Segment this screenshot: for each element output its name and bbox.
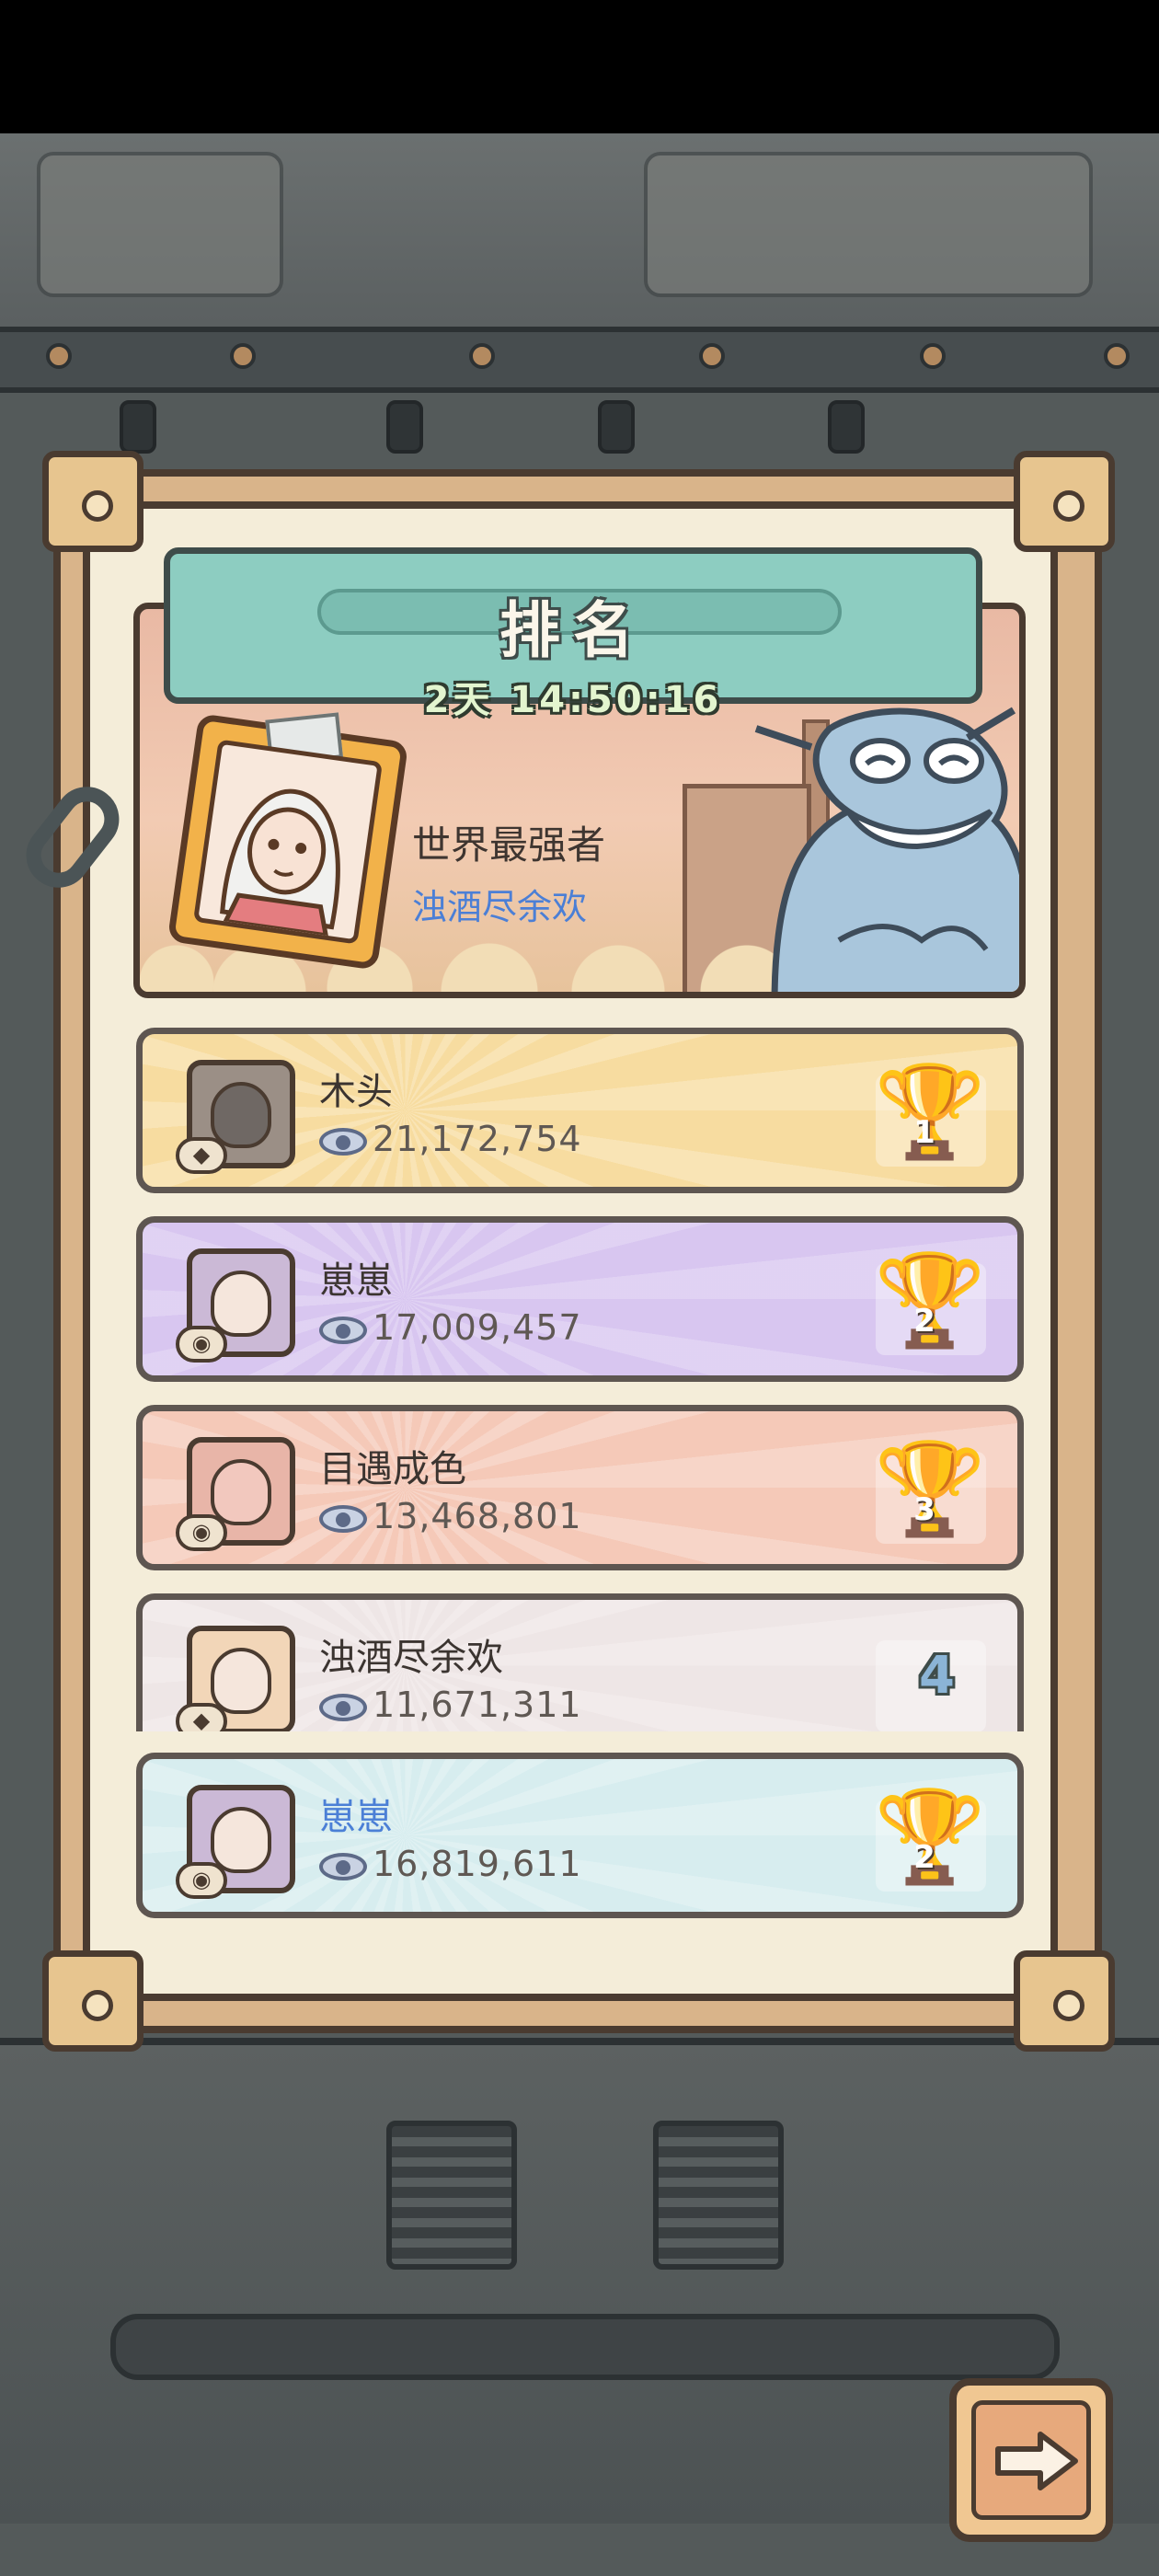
player-score: 13,468,801	[319, 1496, 582, 1536]
player-score: 17,009,457	[319, 1307, 582, 1348]
bottom-rail	[110, 2314, 1060, 2380]
rivet	[699, 343, 725, 369]
ranking-row[interactable]: ◉ 目遇成色 13,468,801 🏆 3	[136, 1405, 1024, 1570]
view-badge: ◉	[176, 1862, 227, 1899]
vent-slot	[598, 400, 635, 454]
next-button-face	[971, 2400, 1091, 2520]
gold-trophy-icon: 🏆 1	[874, 1062, 986, 1163]
silver-trophy-icon: 🏆 2	[874, 1787, 986, 1888]
ranking-row[interactable]: ◆ 木头 21,172,754 🏆 1	[136, 1028, 1024, 1193]
avatar-face	[211, 1082, 271, 1148]
silver-trophy-icon: 🏆 2	[874, 1250, 986, 1351]
frame-corner	[1014, 451, 1115, 552]
frame-corner	[42, 1950, 143, 2052]
rivet	[920, 343, 946, 369]
champion-avatar	[192, 739, 384, 945]
my-ranking-row[interactable]: ◉ 崽崽 16,819,611 🏆 2	[136, 1753, 1024, 1918]
shelf-clutter	[37, 152, 283, 297]
champion-face-icon	[220, 788, 340, 938]
eye-icon	[319, 1316, 367, 1344]
score-value: 13,468,801	[373, 1496, 582, 1536]
dragon-mascot-icon	[754, 707, 1019, 992]
player-score: 21,172,754	[319, 1119, 582, 1159]
eye-icon	[319, 1693, 367, 1721]
score-value: 11,671,311	[373, 1685, 582, 1725]
door-vent	[653, 2121, 784, 2270]
champion-portrait[interactable]	[166, 712, 409, 971]
player-score: 16,819,611	[319, 1844, 582, 1884]
countdown-timer: 2天 14:50:16	[423, 679, 723, 721]
player-name: 目遇成色	[319, 1448, 466, 1490]
avatar-face	[211, 1807, 271, 1873]
rivet	[230, 343, 256, 369]
vent-slot	[386, 400, 423, 454]
rank-number: 2	[913, 1303, 935, 1340]
score-value: 17,009,457	[373, 1307, 582, 1348]
frame-corner	[1014, 1950, 1115, 2052]
rivet	[469, 343, 495, 369]
score-value: 21,172,754	[373, 1119, 582, 1159]
rank-number: 1	[913, 1114, 935, 1151]
door-vent	[386, 2121, 517, 2270]
shelf-clutter	[644, 152, 1093, 297]
score-value: 16,819,611	[373, 1844, 582, 1884]
arrow-right-icon	[995, 2432, 1078, 2490]
vent-slot	[828, 400, 865, 454]
level-badge: ◆	[176, 1137, 227, 1174]
player-name: 浊酒尽余欢	[319, 1637, 503, 1679]
rivet	[1104, 343, 1130, 369]
next-button[interactable]	[949, 2378, 1113, 2542]
avatar-face	[211, 1271, 271, 1337]
player-name: 崽崽	[319, 1259, 393, 1302]
level-badge: ◆	[176, 1703, 227, 1731]
view-badge: ◉	[176, 1514, 227, 1551]
avatar-face	[211, 1648, 271, 1714]
rank-number: 2	[913, 1839, 935, 1876]
player-score: 11,671,311	[319, 1685, 582, 1725]
status-bar	[0, 0, 1159, 133]
vent-slot	[120, 400, 156, 454]
rank-number: 4	[919, 1646, 955, 1706]
ranking-row[interactable]: ◆ 浊酒尽余欢 11,671,311 4	[136, 1593, 1024, 1731]
champion-title: 世界最强者	[412, 822, 606, 868]
panel-title: 排名	[499, 595, 647, 666]
player-name: 木头	[319, 1071, 393, 1113]
eye-icon	[319, 1852, 367, 1880]
eye-icon	[319, 1504, 367, 1533]
view-badge: ◉	[176, 1326, 227, 1363]
bronze-trophy-icon: 🏆 3	[874, 1439, 986, 1540]
rank-number: 3	[913, 1491, 935, 1528]
player-name: 崽崽	[319, 1796, 393, 1838]
ranking-row[interactable]: ◉ 崽崽 17,009,457 🏆 2	[136, 1216, 1024, 1382]
frame-corner	[42, 451, 143, 552]
eye-icon	[319, 1127, 367, 1156]
champion-name[interactable]: 浊酒尽余欢	[412, 879, 587, 929]
rivet	[46, 343, 72, 369]
metal-rail	[0, 327, 1159, 393]
top-shelf	[0, 133, 1159, 336]
avatar-face	[211, 1459, 271, 1525]
